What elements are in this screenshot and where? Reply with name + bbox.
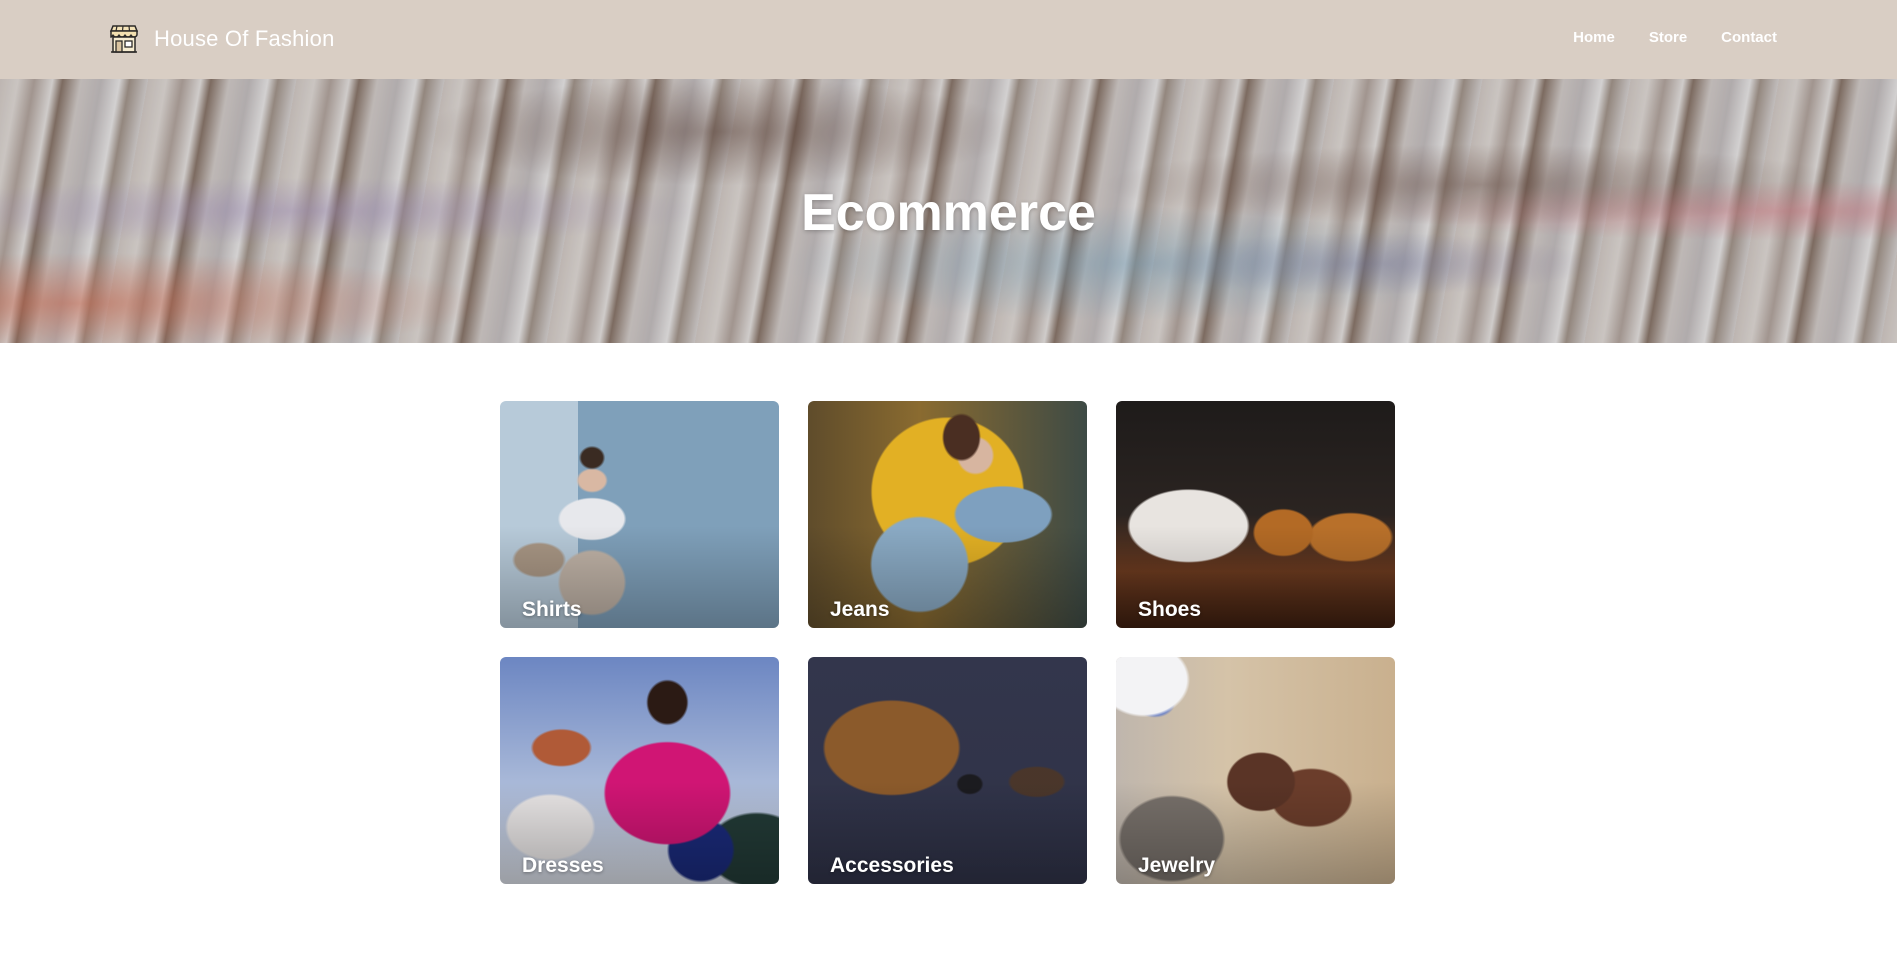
category-card-jewelry[interactable]: Jewelry: [1116, 657, 1395, 884]
category-card-shoes[interactable]: Shoes: [1116, 401, 1395, 628]
category-grid: Shirts Jeans Shoes Dresses Accessories J…: [500, 401, 1396, 884]
hero-banner: Ecommerce: [0, 79, 1897, 343]
category-card-accessories[interactable]: Accessories: [808, 657, 1087, 884]
category-card-dresses[interactable]: Dresses: [500, 657, 779, 884]
card-shade: [808, 401, 1087, 628]
top-navbar: House Of Fashion Home Store Contact: [0, 0, 1897, 79]
category-label: Accessories: [830, 854, 954, 877]
category-label: Shoes: [1138, 598, 1202, 621]
category-label: Shirts: [522, 598, 582, 621]
main-nav: Home Store Contact: [1573, 29, 1777, 46]
brand-link[interactable]: House Of Fashion: [106, 20, 335, 58]
category-card-jeans[interactable]: Jeans: [808, 401, 1087, 628]
category-label: Jeans: [830, 598, 890, 621]
hero-title: Ecommerce: [801, 184, 1096, 242]
card-shade: [500, 401, 779, 628]
nav-link-home[interactable]: Home: [1573, 29, 1615, 46]
category-card-shirts[interactable]: Shirts: [500, 401, 779, 628]
card-shade: [1116, 401, 1395, 628]
category-label: Dresses: [522, 854, 604, 877]
card-shade: [808, 657, 1087, 884]
category-label: Jewelry: [1138, 854, 1216, 877]
storefront-icon: [106, 21, 142, 57]
nav-link-store[interactable]: Store: [1649, 29, 1687, 46]
card-shade: [1116, 657, 1395, 884]
brand-title: House Of Fashion: [154, 26, 335, 51]
card-shade: [500, 657, 779, 884]
nav-link-contact[interactable]: Contact: [1721, 29, 1777, 46]
